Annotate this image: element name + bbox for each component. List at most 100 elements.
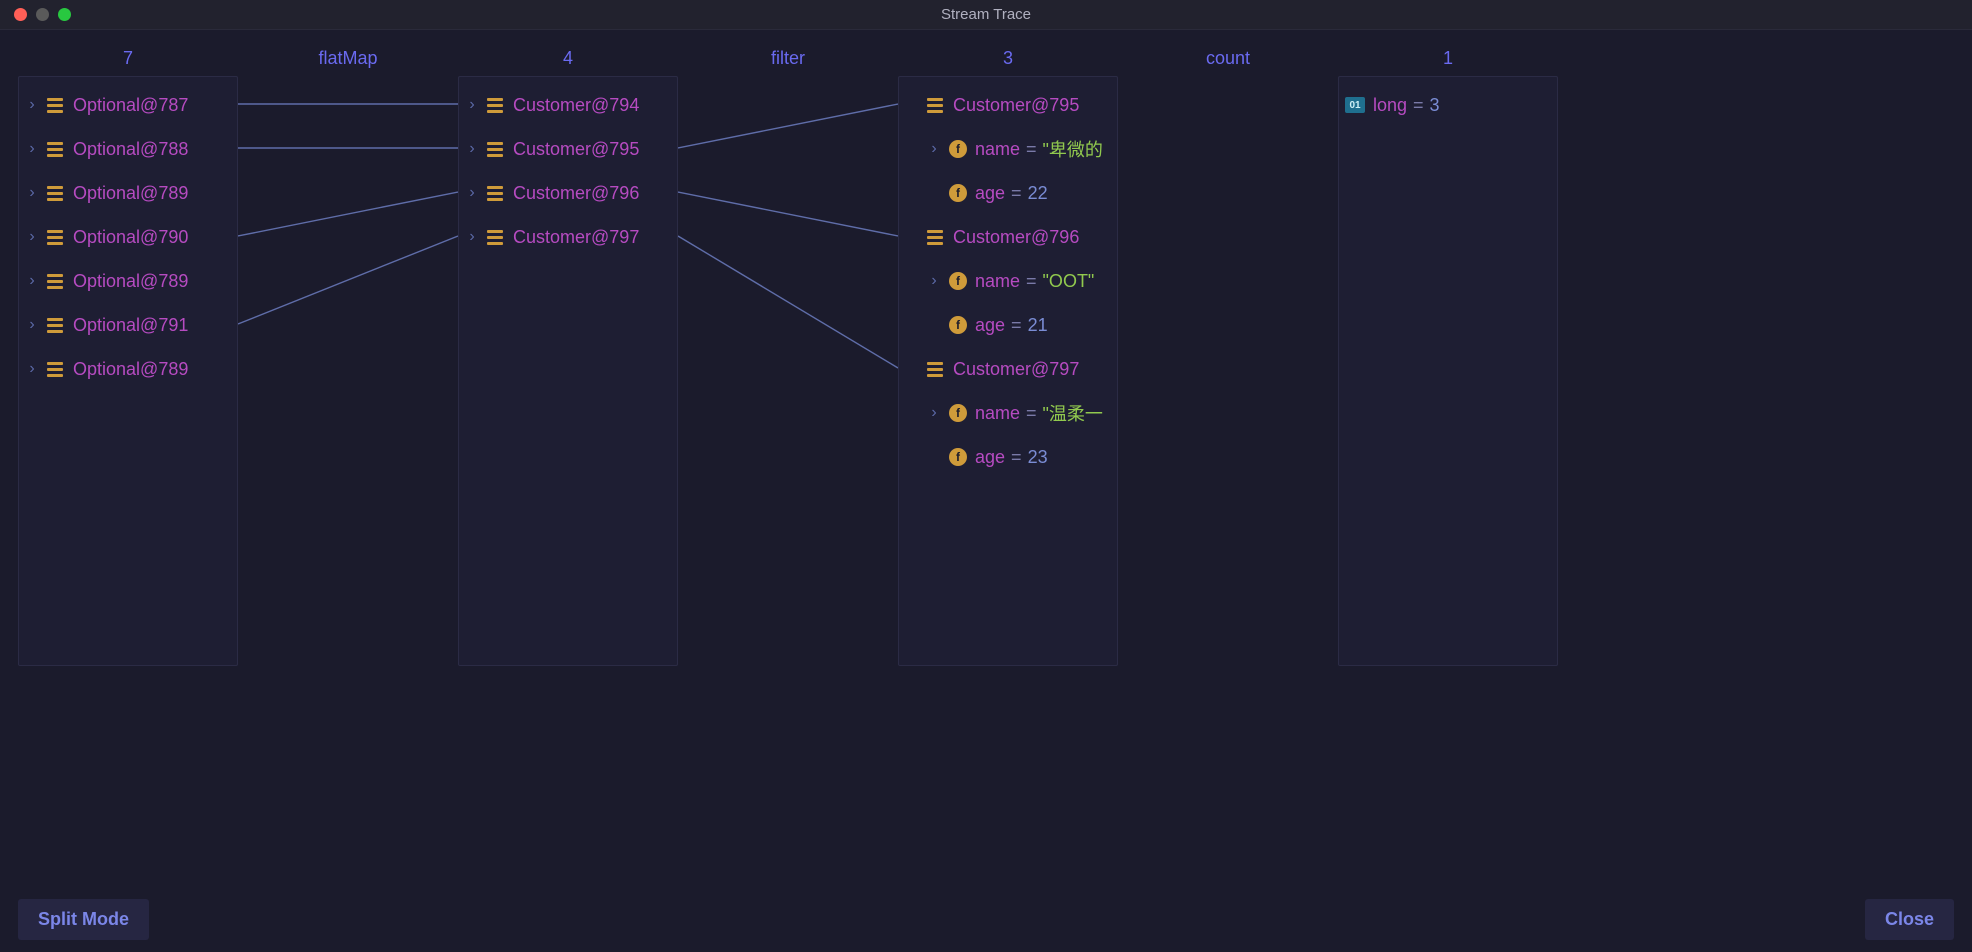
tree-row[interactable]: › Customer@796 bbox=[899, 215, 1117, 259]
object-label: Customer@794 bbox=[513, 95, 639, 116]
object-icon bbox=[927, 98, 943, 113]
field-name: age bbox=[975, 447, 1005, 468]
field-icon: f bbox=[949, 184, 967, 202]
object-icon bbox=[487, 186, 503, 201]
flow-lines-icon bbox=[238, 76, 458, 666]
object-label: Customer@795 bbox=[953, 95, 1079, 116]
chevron-right-icon[interactable]: › bbox=[465, 96, 479, 114]
chevron-right-icon[interactable]: › bbox=[927, 140, 941, 158]
titlebar: Stream Trace bbox=[0, 0, 1972, 30]
object-label: Optional@789 bbox=[73, 359, 188, 380]
tree-row[interactable]: › Optional@787 bbox=[19, 83, 237, 127]
object-label: Optional@790 bbox=[73, 227, 188, 248]
chevron-right-icon[interactable]: › bbox=[465, 228, 479, 246]
equals-sign: = bbox=[1026, 403, 1037, 424]
primitive-icon: 01 bbox=[1345, 97, 1365, 113]
column-header-op-filter: filter bbox=[678, 48, 898, 69]
chevron-right-icon[interactable]: › bbox=[25, 316, 39, 334]
object-icon bbox=[487, 98, 503, 113]
zoom-window-icon[interactable] bbox=[58, 8, 71, 21]
object-label: Optional@788 bbox=[73, 139, 188, 160]
field-row[interactable]: › f name = "OOT" bbox=[899, 259, 1117, 303]
chevron-right-icon[interactable]: › bbox=[25, 184, 39, 202]
field-icon: f bbox=[949, 272, 967, 290]
equals-sign: = bbox=[1011, 315, 1022, 336]
close-window-icon[interactable] bbox=[14, 8, 27, 21]
object-icon bbox=[487, 230, 503, 245]
field-value: 21 bbox=[1028, 315, 1048, 336]
field-row[interactable]: › f age = 23 bbox=[899, 435, 1117, 479]
chevron-right-icon[interactable]: › bbox=[927, 272, 941, 290]
tree-row[interactable]: › Optional@790 bbox=[19, 215, 237, 259]
source-panel[interactable]: › Optional@787 › Optional@788 › Optional… bbox=[18, 76, 238, 666]
object-icon bbox=[47, 142, 63, 157]
primitive-value: 3 bbox=[1430, 95, 1440, 116]
chevron-right-icon[interactable]: › bbox=[465, 184, 479, 202]
tree-row[interactable]: › Customer@796 bbox=[459, 171, 677, 215]
field-icon: f bbox=[949, 140, 967, 158]
object-label: Customer@797 bbox=[513, 227, 639, 248]
after-flatmap-panel[interactable]: › Customer@794 › Customer@795 › Customer… bbox=[458, 76, 678, 666]
split-mode-button[interactable]: Split Mode bbox=[18, 899, 149, 940]
field-name: name bbox=[975, 403, 1020, 424]
count-links-panel bbox=[1118, 76, 1338, 666]
field-row[interactable]: › f age = 21 bbox=[899, 303, 1117, 347]
tree-row[interactable]: › Customer@797 bbox=[459, 215, 677, 259]
field-row[interactable]: › f name = "温柔一 bbox=[899, 391, 1117, 435]
after-filter-panel[interactable]: › Customer@795 › f name = "卑微的 › f age =… bbox=[898, 76, 1118, 666]
object-label: Optional@789 bbox=[73, 271, 188, 292]
field-value: 22 bbox=[1028, 183, 1048, 204]
chevron-right-icon[interactable]: › bbox=[927, 404, 941, 422]
object-icon bbox=[47, 362, 63, 377]
object-label: Optional@789 bbox=[73, 183, 188, 204]
equals-sign: = bbox=[1011, 183, 1022, 204]
tree-row[interactable]: › Optional@791 bbox=[19, 303, 237, 347]
minimize-window-icon[interactable] bbox=[36, 8, 49, 21]
trace-panels: › Optional@787 › Optional@788 › Optional… bbox=[18, 76, 1954, 666]
object-label: Customer@796 bbox=[513, 183, 639, 204]
column-headers: 7 flatMap 4 filter 3 count 1 bbox=[18, 40, 1954, 76]
field-value: "卑微的 bbox=[1043, 136, 1103, 162]
field-row[interactable]: › f age = 22 bbox=[899, 171, 1117, 215]
column-header-op-flatmap: flatMap bbox=[238, 48, 458, 69]
object-label: Customer@795 bbox=[513, 139, 639, 160]
close-button[interactable]: Close bbox=[1865, 899, 1954, 940]
object-icon bbox=[47, 186, 63, 201]
tree-row[interactable]: › Customer@797 bbox=[899, 347, 1117, 391]
tree-row[interactable]: › Customer@794 bbox=[459, 83, 677, 127]
tree-row[interactable]: 01 long = 3 bbox=[1339, 83, 1557, 127]
chevron-right-icon[interactable]: › bbox=[465, 140, 479, 158]
equals-sign: = bbox=[1413, 95, 1424, 116]
tree-row[interactable]: › Optional@789 bbox=[19, 347, 237, 391]
object-label: Optional@791 bbox=[73, 315, 188, 336]
field-value: 23 bbox=[1028, 447, 1048, 468]
filter-links-panel bbox=[678, 76, 898, 666]
field-name: name bbox=[975, 139, 1020, 160]
chevron-right-icon[interactable]: › bbox=[25, 360, 39, 378]
field-row[interactable]: › f name = "卑微的 bbox=[899, 127, 1117, 171]
tree-row[interactable]: › Optional@789 bbox=[19, 259, 237, 303]
chevron-right-icon[interactable]: › bbox=[25, 140, 39, 158]
chevron-right-icon[interactable]: › bbox=[25, 272, 39, 290]
field-icon: f bbox=[949, 316, 967, 334]
chevron-right-icon[interactable]: › bbox=[25, 228, 39, 246]
flatmap-links-panel bbox=[238, 76, 458, 666]
field-icon: f bbox=[949, 448, 967, 466]
window-title: Stream Trace bbox=[941, 6, 1031, 23]
equals-sign: = bbox=[1011, 447, 1022, 468]
equals-sign: = bbox=[1026, 271, 1037, 292]
object-icon bbox=[487, 142, 503, 157]
object-icon bbox=[47, 98, 63, 113]
object-icon bbox=[927, 230, 943, 245]
trace-content: 7 flatMap 4 filter 3 count 1 › Optional@… bbox=[0, 30, 1972, 886]
tree-row[interactable]: › Optional@788 bbox=[19, 127, 237, 171]
result-panel[interactable]: 01 long = 3 bbox=[1338, 76, 1558, 666]
column-header-count-0: 7 bbox=[18, 48, 238, 69]
object-label: Customer@796 bbox=[953, 227, 1079, 248]
chevron-right-icon[interactable]: › bbox=[25, 96, 39, 114]
column-header-count-4: 3 bbox=[898, 48, 1118, 69]
tree-row[interactable]: › Customer@795 bbox=[899, 83, 1117, 127]
tree-row[interactable]: › Optional@789 bbox=[19, 171, 237, 215]
tree-row[interactable]: › Customer@795 bbox=[459, 127, 677, 171]
field-name: age bbox=[975, 183, 1005, 204]
